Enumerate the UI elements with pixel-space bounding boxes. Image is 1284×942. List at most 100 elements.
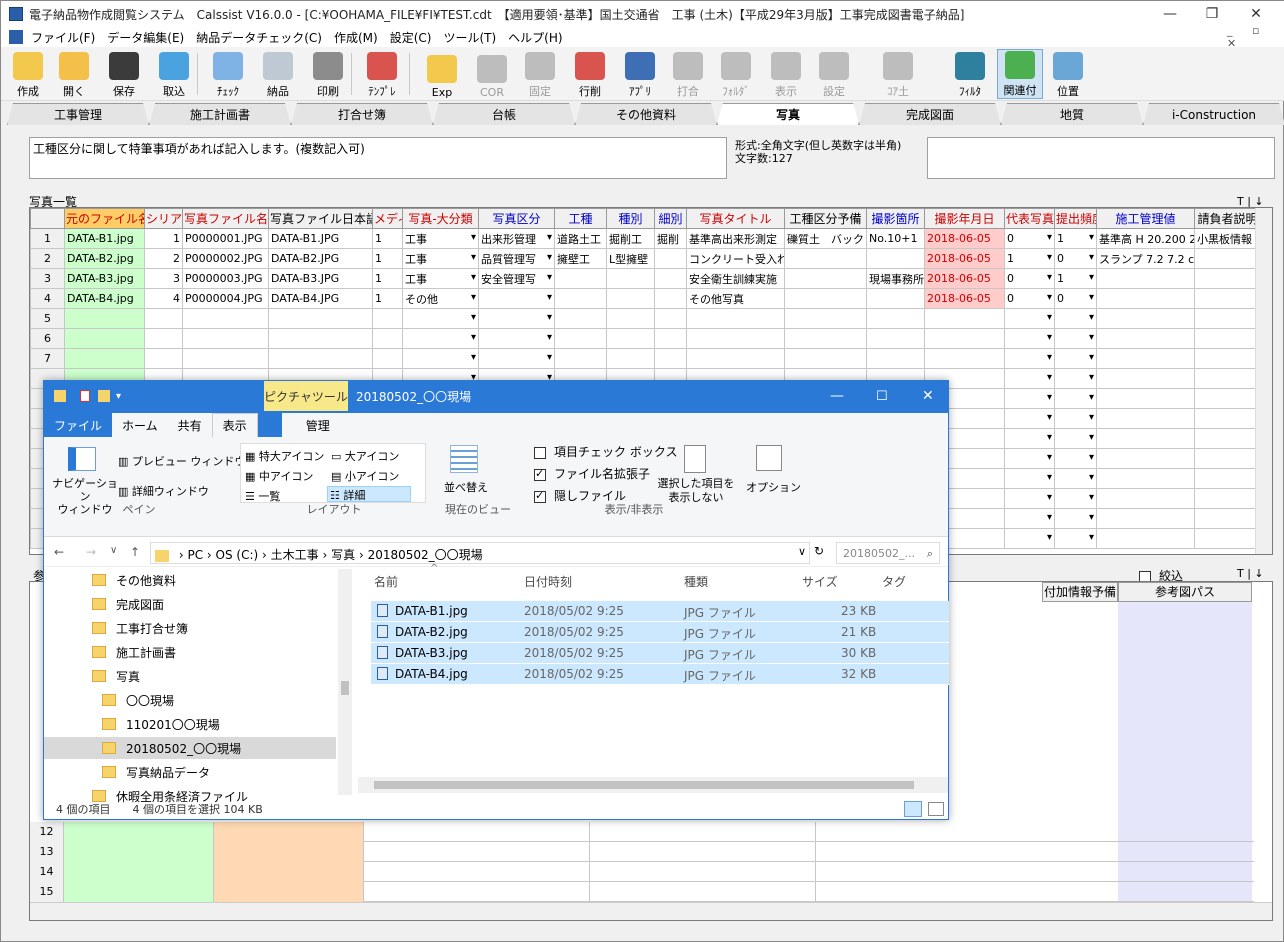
photo-cell[interactable] bbox=[606, 288, 655, 309]
photo-cell[interactable] bbox=[1096, 288, 1195, 309]
ref-cell[interactable] bbox=[590, 842, 816, 862]
photo-cell[interactable]: 1 bbox=[372, 288, 403, 309]
photo-cell[interactable]: 1 bbox=[372, 248, 403, 269]
file-row[interactable]: DATA-B4.jpg 2018/05/02 9:25 JPG ファイル 32 KB bbox=[371, 664, 949, 685]
address-segment[interactable]: › OS (C:) bbox=[207, 548, 258, 562]
photo-cell[interactable] bbox=[606, 308, 655, 329]
photo-col-header[interactable]: 撮影年月日 bbox=[924, 208, 1005, 229]
back-arrow-icon[interactable]: ← bbox=[54, 545, 64, 559]
address-segment[interactable]: › PC bbox=[179, 548, 203, 562]
sort-button[interactable]: 並べ替え bbox=[444, 479, 488, 495]
photo-cell[interactable]: 1 bbox=[1004, 248, 1055, 269]
photo-cell[interactable]: 1 bbox=[372, 268, 403, 289]
photo-cell[interactable]: P0000003.JPG bbox=[182, 268, 269, 289]
forward-arrow-icon[interactable]: → bbox=[86, 545, 96, 559]
photo-cell[interactable]: P0000002.JPG bbox=[182, 248, 269, 269]
photo-cell[interactable] bbox=[1096, 448, 1195, 469]
photo-cell[interactable]: No.10+1 bbox=[866, 228, 925, 249]
nav-item[interactable]: 写真納品データ bbox=[44, 761, 336, 783]
row-number[interactable]: 2 bbox=[30, 248, 65, 269]
photo-cell[interactable] bbox=[1096, 348, 1195, 369]
ref-cell[interactable] bbox=[590, 882, 816, 902]
ribbon-tab-file[interactable]: ファイル bbox=[44, 413, 112, 437]
col-size[interactable]: サイズ bbox=[802, 573, 838, 590]
ref-cell[interactable] bbox=[64, 862, 214, 882]
photo-cell[interactable]: 0 bbox=[1054, 288, 1097, 309]
photo-cell[interactable]: DATA-B3.JPG bbox=[268, 268, 373, 289]
ref-col-extra[interactable]: 付加情報予備 bbox=[1042, 582, 1118, 602]
photo-cell[interactable] bbox=[654, 248, 687, 269]
photo-cell[interactable] bbox=[1096, 528, 1195, 549]
row-number[interactable]: 3 bbox=[30, 268, 65, 289]
options-icon[interactable] bbox=[756, 445, 782, 471]
photo-cell[interactable] bbox=[372, 348, 403, 369]
photo-cell[interactable] bbox=[1096, 328, 1195, 349]
refresh-icon[interactable]: ↻ bbox=[814, 544, 824, 558]
details-pane-button[interactable]: ▥ 詳細ウィンドウ bbox=[118, 483, 209, 499]
tab-0[interactable]: 工事管理 bbox=[7, 103, 149, 125]
hide-selected-icon[interactable] bbox=[684, 445, 706, 473]
menu-check[interactable]: 納品データチェック(C) bbox=[190, 29, 328, 46]
row-number[interactable]: 7 bbox=[30, 348, 65, 369]
photo-cell[interactable]: 0 bbox=[1004, 228, 1055, 249]
photo-col-header[interactable]: 細別 bbox=[654, 208, 687, 229]
row-number[interactable]: 4 bbox=[30, 288, 65, 309]
photo-cell[interactable]: 3 bbox=[144, 268, 183, 289]
photo-cell[interactable]: 2018-06-05 bbox=[924, 248, 1005, 269]
nav-item[interactable]: 施工計画書 bbox=[44, 641, 336, 663]
photo-cell[interactable] bbox=[784, 348, 867, 369]
photo-cell[interactable] bbox=[1194, 488, 1261, 509]
address-segment[interactable]: › 20180502_〇〇現場 bbox=[359, 548, 483, 562]
photo-cell[interactable] bbox=[1054, 328, 1097, 349]
photo-cell[interactable] bbox=[1004, 448, 1055, 469]
new-folder-icon[interactable] bbox=[98, 390, 110, 402]
ref-cell[interactable] bbox=[64, 842, 214, 862]
address-segment[interactable]: › 写真 bbox=[323, 548, 356, 562]
ref-cell[interactable] bbox=[364, 822, 590, 842]
photo-cell[interactable] bbox=[1004, 408, 1055, 429]
photo-cell[interactable] bbox=[268, 308, 373, 329]
photo-cell[interactable] bbox=[1054, 348, 1097, 369]
photo-cell[interactable] bbox=[866, 288, 925, 309]
photo-cell[interactable] bbox=[1054, 408, 1097, 429]
layout-details[interactable]: ☷ 詳細 bbox=[327, 486, 411, 502]
toolbar-button-4[interactable]: ﾁｪｯｸ bbox=[205, 49, 251, 99]
photo-cell[interactable] bbox=[478, 348, 555, 369]
toolbar-button-11[interactable]: 行削 bbox=[567, 49, 613, 99]
explorer-maximize[interactable]: ☐ bbox=[876, 389, 888, 404]
photo-cell[interactable] bbox=[144, 328, 183, 349]
photo-col-header[interactable]: 施工管理値 bbox=[1096, 208, 1195, 229]
photo-cell[interactable]: 安全衛生訓練実施 bbox=[686, 268, 785, 289]
photo-cell[interactable] bbox=[1004, 488, 1055, 509]
tab-1[interactable]: 施工計画書 bbox=[149, 103, 291, 125]
photo-cell[interactable] bbox=[1004, 388, 1055, 409]
photo-cell[interactable] bbox=[554, 348, 607, 369]
toolbar-button-13[interactable]: 打合 bbox=[665, 49, 711, 99]
menu-help[interactable]: ヘルプ(H) bbox=[502, 29, 568, 46]
photo-cell[interactable]: DATA-B2.jpg bbox=[64, 248, 145, 269]
photo-cell[interactable]: 現場事務所 bbox=[866, 268, 925, 289]
ref-cell[interactable] bbox=[590, 822, 816, 842]
photo-col-header[interactable]: 写真ファイル日本語 bbox=[268, 208, 373, 229]
tab-6[interactable]: 完成図面 bbox=[859, 103, 1001, 125]
photo-col-header[interactable]: 写真区分 bbox=[478, 208, 555, 229]
ribbon-tab-share[interactable]: 共有 bbox=[167, 413, 212, 437]
options-button[interactable]: オプション bbox=[746, 479, 801, 495]
menu-create[interactable]: 作成(M) bbox=[328, 29, 384, 46]
tab-4[interactable]: その他資料 bbox=[575, 103, 717, 125]
photo-cell[interactable] bbox=[1194, 428, 1261, 449]
toolbar-button-5[interactable]: 納品 bbox=[255, 49, 301, 99]
photo-cell[interactable] bbox=[866, 348, 925, 369]
note-textarea[interactable]: 工種区分に関して特筆事項があれば記入します。(複数記入可) bbox=[29, 137, 727, 179]
photo-cell[interactable] bbox=[1004, 308, 1055, 329]
photo-cell[interactable] bbox=[866, 308, 925, 329]
photo-cell[interactable] bbox=[372, 308, 403, 329]
photo-cell[interactable] bbox=[1194, 408, 1261, 429]
photo-cell[interactable] bbox=[1096, 428, 1195, 449]
photo-cell[interactable] bbox=[1054, 528, 1097, 549]
toolbar-button-1[interactable]: 開く bbox=[51, 49, 97, 99]
photo-cell[interactable] bbox=[606, 268, 655, 289]
navigation-pane-button[interactable]: ナビゲーション ウィンドウ bbox=[50, 477, 120, 516]
photo-cell[interactable]: 工事 bbox=[402, 268, 479, 289]
photo-cell[interactable] bbox=[784, 248, 867, 269]
